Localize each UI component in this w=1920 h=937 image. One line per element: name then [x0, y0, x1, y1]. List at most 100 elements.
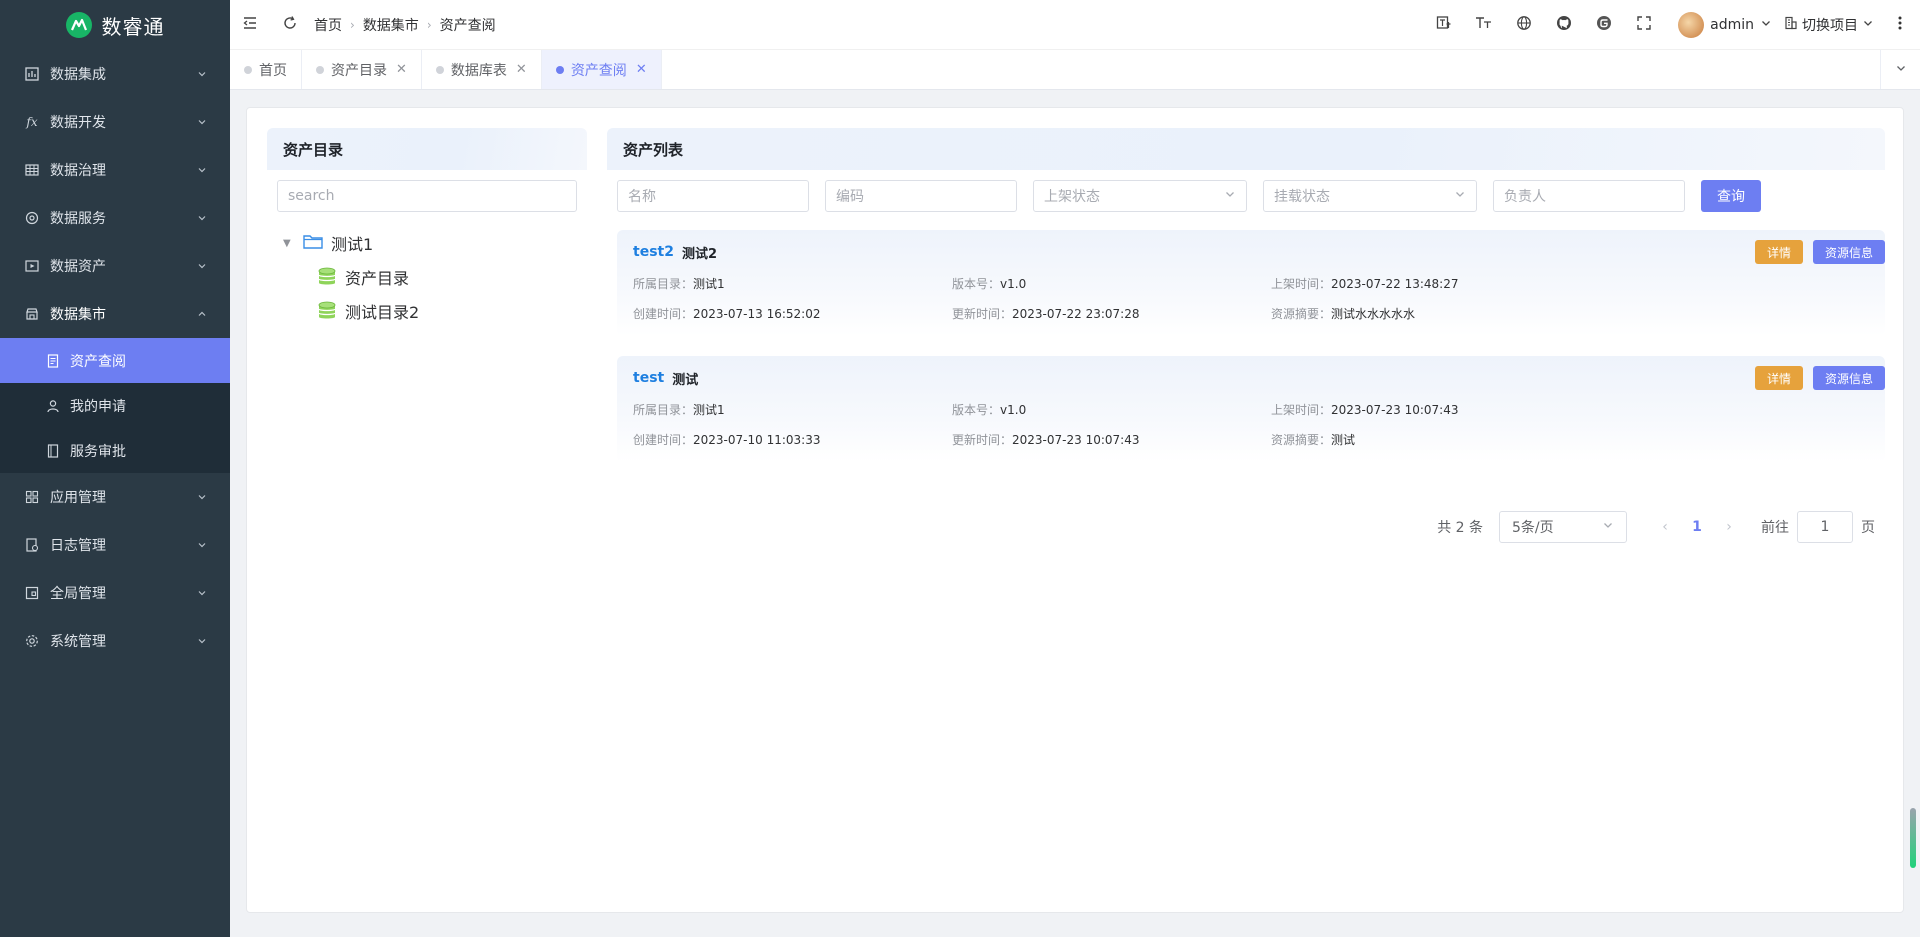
fullscreen-button[interactable] [1624, 0, 1664, 50]
update-time-value: 2023-07-23 10:07:43 [1012, 433, 1140, 447]
sidebar-subitem-asset-browse[interactable]: 资产查阅 [0, 338, 230, 383]
switch-project-label: 切换项目 [1802, 17, 1858, 34]
database-icon [317, 301, 337, 321]
sidebar-item-data-market[interactable]: 数据集市 [0, 290, 230, 338]
tab-home[interactable]: 首页 [230, 50, 302, 89]
chevron-down-icon [1602, 519, 1614, 535]
sidebar-subitem-service-approval[interactable]: 服务审批 [0, 428, 230, 473]
name-placeholder: 名称 [628, 189, 656, 205]
shelf-time-value: 2023-07-22 13:48:27 [1331, 277, 1459, 291]
font-size-button[interactable] [1464, 0, 1504, 50]
user-menu[interactable]: admin [1678, 11, 1772, 38]
create-time-value: 2023-07-10 11:03:33 [693, 433, 821, 447]
detail-button[interactable]: 详情 [1755, 366, 1803, 390]
sidebar-item-label: 数据治理 [50, 163, 106, 179]
asset-code-link[interactable]: test [633, 370, 664, 386]
name-input[interactable]: 名称 [617, 180, 809, 212]
tab-asset-browse[interactable]: 资产查阅 ✕ [541, 50, 662, 89]
tree-node-label: 测试1 [331, 235, 374, 254]
tab-label: 资产目录 [331, 62, 387, 79]
sidebar-item-data-assets[interactable]: 数据资产 [0, 242, 230, 290]
summary-value: 测试 [1331, 433, 1356, 447]
mount-status-placeholder: 挂载状态 [1274, 189, 1330, 205]
sidebar-item-label: 数据集成 [50, 67, 106, 83]
chevron-down-icon [196, 260, 208, 272]
update-time-value: 2023-07-22 23:07:28 [1012, 307, 1140, 321]
sidebar-item-label: 应用管理 [50, 490, 106, 506]
field-label: 创建时间： [633, 433, 694, 447]
sidebar-subitem-label: 资产查阅 [70, 353, 126, 370]
gitee-icon [1596, 15, 1612, 35]
next-page-button[interactable]: › [1713, 519, 1745, 535]
sidebar-item-app-management[interactable]: 应用管理 [0, 473, 230, 521]
page-number-current[interactable]: 1 [1681, 519, 1713, 535]
mount-status-select[interactable]: 挂载状态 [1263, 180, 1477, 212]
service-cycle-icon [24, 210, 40, 226]
database-icon [317, 267, 337, 287]
video-asset-icon [24, 258, 40, 274]
sidebar-item-label: 系统管理 [50, 634, 106, 650]
resource-info-button[interactable]: 资源信息 [1813, 240, 1885, 264]
goto-page: 前往 1 页 [1761, 511, 1875, 543]
scrollbar-thumb[interactable] [1910, 808, 1916, 868]
sidebar-item-data-development[interactable]: fx 数据开发 [0, 98, 230, 146]
sidebar-item-label: 数据集市 [50, 307, 106, 323]
filter-bar: 名称 编码 上架状态 挂载状态 负责人 查询 [607, 180, 1885, 212]
prev-page-button[interactable]: ‹ [1649, 519, 1681, 535]
code-placeholder: 编码 [836, 189, 864, 205]
more-vertical-icon [1897, 15, 1903, 35]
apps-icon [24, 489, 40, 505]
query-button[interactable]: 查询 [1701, 180, 1761, 212]
sidebar-item-data-governance[interactable]: 数据治理 [0, 146, 230, 194]
shelf-status-select[interactable]: 上架状态 [1033, 180, 1247, 212]
github-icon [1556, 15, 1572, 35]
globe-icon [1516, 15, 1532, 35]
sidebar-item-global-management[interactable]: 全局管理 [0, 569, 230, 617]
breadcrumb-item[interactable]: 数据集市 [363, 15, 419, 35]
refresh-button[interactable] [270, 0, 310, 50]
tab-database-tables[interactable]: 数据库表 ✕ [422, 50, 542, 89]
tab-label: 资产查阅 [570, 62, 627, 79]
sidebar-item-data-service[interactable]: 数据服务 [0, 194, 230, 242]
chevron-right-icon: › [1726, 519, 1732, 535]
more-menu-button[interactable] [1888, 15, 1912, 35]
github-button[interactable] [1544, 0, 1584, 50]
chevron-down-icon [196, 587, 208, 599]
close-icon[interactable]: ✕ [636, 62, 647, 77]
caret-down-icon[interactable]: ▼ [283, 238, 295, 249]
asset-name: 测试2 [681, 246, 718, 262]
tab-asset-catalog[interactable]: 资产目录 ✕ [302, 50, 422, 89]
resource-info-button[interactable]: 资源信息 [1813, 366, 1885, 390]
document-icon [46, 353, 60, 368]
breadcrumb-item[interactable]: 首页 [314, 15, 342, 35]
breadcrumb: 首页 › 数据集市 › 资产查阅 [314, 15, 496, 35]
collapse-menu-button[interactable] [230, 0, 270, 50]
asset-code-link[interactable]: test2 [633, 244, 674, 260]
chevron-down-icon [196, 164, 208, 176]
language-button[interactable] [1504, 0, 1544, 50]
sidebar-item-data-integration[interactable]: 数据集成 [0, 50, 230, 98]
sidebar-subitem-my-applications[interactable]: 我的申请 [0, 383, 230, 428]
tree-node-child[interactable]: 资产目录 [283, 260, 587, 294]
code-input[interactable]: 编码 [825, 180, 1017, 212]
logo[interactable]: 数睿通 [0, 0, 230, 50]
field-label: 版本号： [952, 277, 1001, 291]
tabs-dropdown-button[interactable] [1880, 50, 1920, 89]
tree-node-root[interactable]: ▼ 测试1 [283, 226, 587, 260]
sidebar-item-log-management[interactable]: 日志管理 [0, 521, 230, 569]
detail-button[interactable]: 详情 [1755, 240, 1803, 264]
asset-list-title: 资产列表 [607, 128, 1885, 170]
catalog-search-input[interactable]: search [277, 180, 577, 212]
close-icon[interactable]: ✕ [516, 62, 527, 77]
close-icon[interactable]: ✕ [396, 62, 407, 77]
tree-node-child[interactable]: 测试目录2 [283, 294, 587, 328]
switch-project-menu[interactable]: 切换项目 [1784, 15, 1874, 35]
sidebar-item-system-management[interactable]: 系统管理 [0, 617, 230, 665]
gitee-button[interactable] [1584, 0, 1624, 50]
goto-page-input[interactable]: 1 [1797, 511, 1853, 543]
page-size-select[interactable]: 5条/页 [1499, 511, 1627, 543]
asset-card: test2 测试2 详情 资源信息 所属目录：测试1 版本号：v1.0 上架时间… [617, 230, 1885, 336]
owner-input[interactable]: 负责人 [1493, 180, 1685, 212]
sidebar-item-label: 数据资产 [50, 259, 106, 275]
image-translate-button[interactable] [1424, 0, 1464, 50]
